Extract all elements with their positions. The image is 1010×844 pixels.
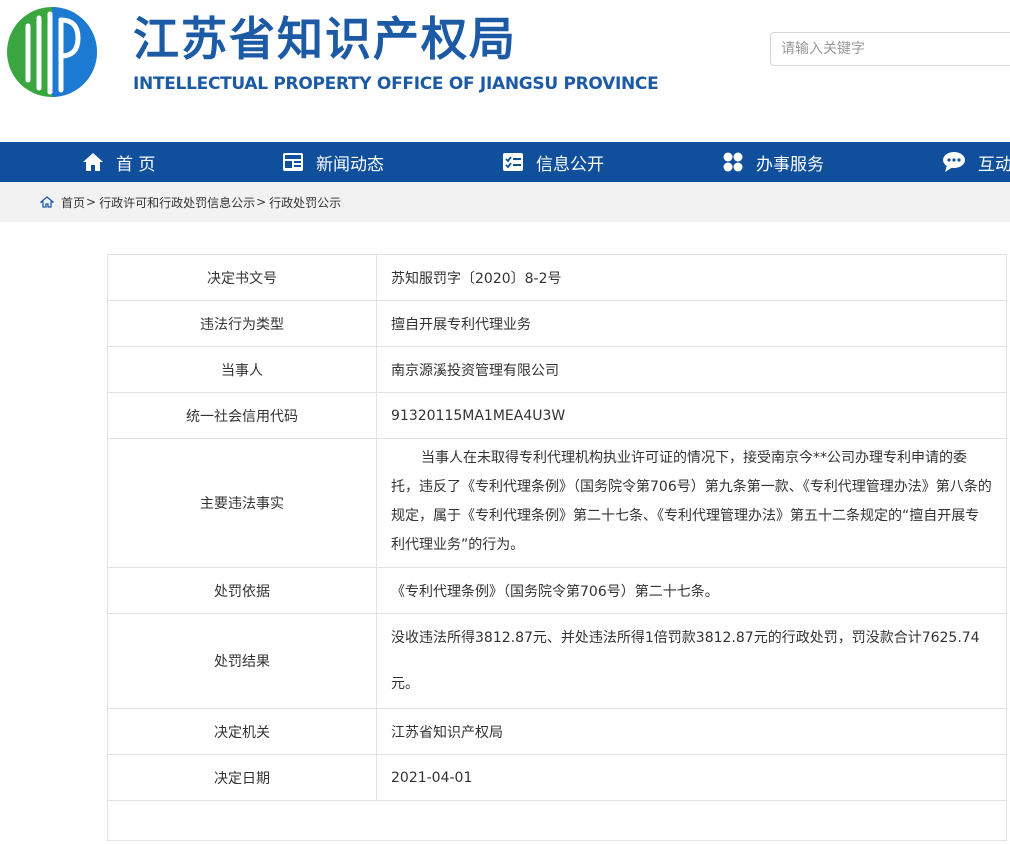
- home-icon: [83, 153, 103, 171]
- table-row: 主要违法事实 当事人在未取得专利代理机构执业许可证的情况下，接受南京今**公司办…: [107, 438, 1007, 568]
- table-row: 当事人 南京源溪投资管理有限公司: [107, 346, 1007, 393]
- jiangsu-ipo-logo[interactable]: [6, 6, 98, 98]
- nav-item-info[interactable]: 信息公开: [502, 142, 604, 182]
- field-value-doc-number: 苏知服罚字〔2020〕8-2号: [376, 254, 1007, 301]
- breadcrumb-link-penalty[interactable]: 行政处罚公示: [269, 194, 341, 211]
- field-label-facts: 主要违法事实: [107, 438, 377, 568]
- breadcrumb-link-disclosure[interactable]: 行政许可和行政处罚信息公示: [99, 194, 255, 211]
- field-value-authority: 江苏省知识产权局: [376, 708, 1007, 755]
- field-label-violation-type: 违法行为类型: [107, 300, 377, 347]
- nav-item-service[interactable]: 办事服务: [722, 142, 824, 182]
- table-row: 统一社会信用代码 91320115MA1MEA4U3W: [107, 392, 1007, 439]
- field-label-basis: 处罚依据: [107, 567, 377, 614]
- field-value-facts: 当事人在未取得专利代理机构执业许可证的情况下，接受南京今**公司办理专利申请的委…: [376, 438, 1007, 568]
- breadcrumb-link-home[interactable]: 首页: [61, 194, 85, 211]
- home-icon: [40, 196, 54, 208]
- main-nav: 首 页 新闻动态 信息公开 办事服务 互动: [0, 142, 1010, 182]
- site-header: 江苏省知识产权局 INTELLECTUAL PROPERTY OFFICE OF…: [0, 0, 1010, 142]
- field-label-doc-number: 决定书文号: [107, 254, 377, 301]
- table-row: 决定日期 2021-04-01: [107, 754, 1007, 801]
- table-row: 决定机关 江苏省知识产权局: [107, 708, 1007, 755]
- table-row: 违法行为类型 擅自开展专利代理业务: [107, 300, 1007, 347]
- breadcrumb-separator: >: [86, 195, 97, 209]
- field-label-result: 处罚结果: [107, 613, 377, 709]
- field-value-result: 没收违法所得3812.87元、并处违法所得1倍罚款3812.87元的行政处罚，罚…: [376, 613, 1007, 709]
- field-value-violation-type: 擅自开展专利代理业务: [376, 300, 1007, 347]
- table-row: 处罚结果 没收违法所得3812.87元、并处违法所得1倍罚款3812.87元的行…: [107, 613, 1007, 709]
- field-value-basis: 《专利代理条例》（国务院令第706号）第二十七条。: [376, 567, 1007, 614]
- breadcrumb: 首页 > 行政许可和行政处罚信息公示 > 行政处罚公示: [40, 182, 341, 222]
- field-label-authority: 决定机关: [107, 708, 377, 755]
- nav-label: 办事服务: [756, 154, 824, 175]
- site-title-cn: 江苏省知识产权局: [133, 12, 517, 66]
- field-label-credit-code: 统一社会信用代码: [107, 392, 377, 439]
- nav-item-news[interactable]: 新闻动态: [282, 142, 384, 182]
- field-label-party: 当事人: [107, 346, 377, 393]
- nav-label: 信息公开: [536, 154, 604, 175]
- nav-label: 首 页: [116, 154, 156, 175]
- penalty-info-table: 决定书文号 苏知服罚字〔2020〕8-2号 违法行为类型 擅自开展专利代理业务 …: [107, 254, 1007, 801]
- nav-item-home[interactable]: 首 页: [82, 142, 155, 182]
- field-value-credit-code: 91320115MA1MEA4U3W: [376, 392, 1007, 439]
- nav-label: 新闻动态: [316, 154, 384, 175]
- field-label-date: 决定日期: [107, 754, 377, 801]
- service-icon: [723, 152, 743, 172]
- site-title-en: INTELLECTUAL PROPERTY OFFICE OF JIANGSU …: [133, 74, 659, 94]
- breadcrumb-bar: 首页 > 行政许可和行政处罚信息公示 > 行政处罚公示: [0, 182, 1010, 222]
- facts-text: 当事人在未取得专利代理机构执业许可证的情况下，接受南京今**公司办理专利申请的委…: [391, 450, 992, 553]
- table-row: 决定书文号 苏知服罚字〔2020〕8-2号: [107, 254, 1007, 301]
- field-value-party: 南京源溪投资管理有限公司: [376, 346, 1007, 393]
- nav-label: 互动: [978, 154, 1010, 175]
- field-value-date: 2021-04-01: [376, 754, 1007, 801]
- table-row: 处罚依据 《专利代理条例》（国务院令第706号）第二十七条。: [107, 567, 1007, 614]
- nav-item-interact[interactable]: 互动: [942, 142, 1010, 182]
- breadcrumb-separator: >: [256, 195, 267, 209]
- info-icon: [503, 153, 523, 171]
- chat-icon: [943, 152, 965, 172]
- news-icon: [283, 153, 303, 171]
- table-footer: [107, 796, 1007, 841]
- search-input[interactable]: [770, 32, 1010, 66]
